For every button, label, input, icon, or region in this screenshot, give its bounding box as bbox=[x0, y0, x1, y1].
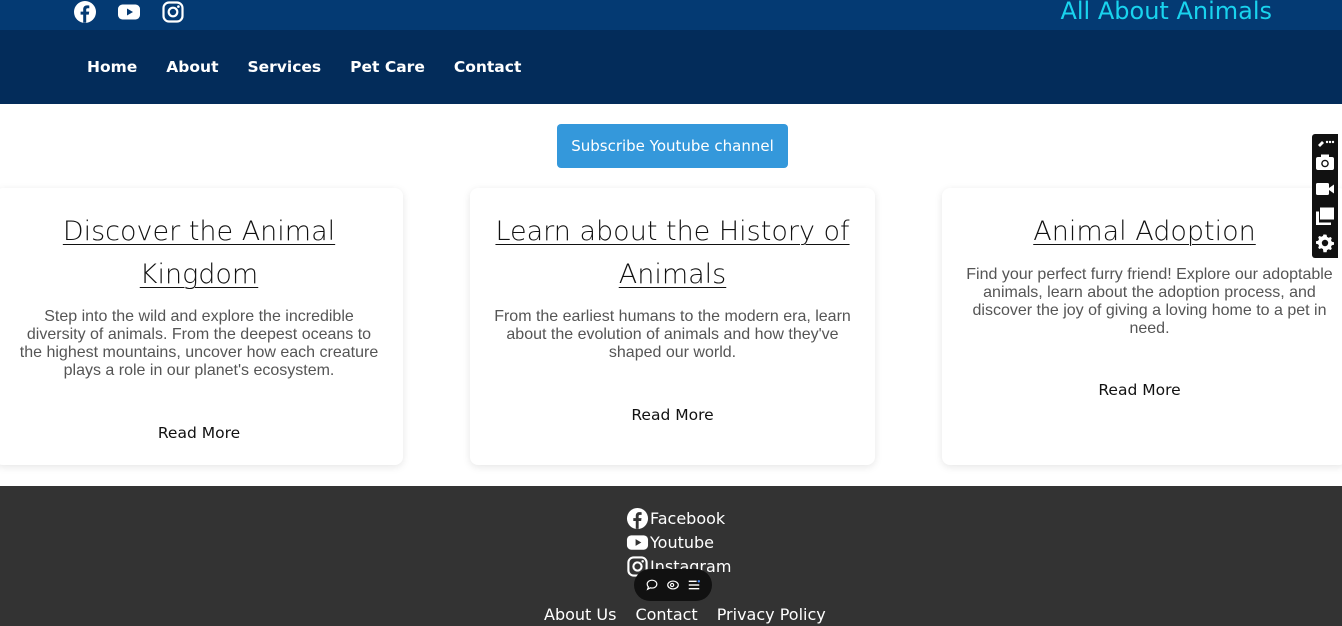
youtube-icon[interactable] bbox=[117, 0, 141, 24]
card-adoption: Animal Adoption Find your perfect furry … bbox=[942, 188, 1342, 465]
site-brand: All About Animals bbox=[1060, 0, 1272, 25]
card-title[interactable]: Animal Adoption bbox=[942, 210, 1342, 253]
footer: Facebook Youtube Instagram About Us Cont… bbox=[0, 486, 1342, 626]
facebook-icon bbox=[626, 507, 649, 529]
main-nav: Home About Services Pet Care Contact bbox=[0, 30, 1342, 104]
top-bar: All About Animals bbox=[0, 0, 1342, 30]
footer-links: About Us Contact Privacy Policy bbox=[544, 605, 826, 624]
card-text: From the earliest humans to the modern e… bbox=[494, 308, 851, 361]
footer-contact[interactable]: Contact bbox=[635, 605, 697, 624]
card-title[interactable]: Discover the Animal Kingdom bbox=[0, 210, 403, 296]
comment-icon[interactable] bbox=[645, 578, 659, 592]
video-icon[interactable] bbox=[1315, 179, 1335, 199]
read-more-link[interactable]: Read More bbox=[0, 424, 403, 442]
youtube-icon bbox=[626, 534, 649, 550]
read-more-link[interactable]: Read More bbox=[942, 381, 1342, 399]
floating-action-pill bbox=[634, 569, 712, 601]
card-text: Find your perfect furry friend! Explore … bbox=[966, 266, 1333, 337]
footer-social-links: Facebook Youtube Instagram bbox=[626, 506, 731, 578]
instagram-icon[interactable] bbox=[161, 0, 185, 24]
gear-icon[interactable] bbox=[1315, 233, 1335, 253]
eye-icon[interactable] bbox=[666, 578, 680, 592]
nav-about[interactable]: About bbox=[166, 58, 218, 76]
card-history: Learn about the History of Animals From … bbox=[470, 188, 875, 465]
list-icon[interactable] bbox=[687, 578, 701, 592]
nav-contact[interactable]: Contact bbox=[454, 58, 522, 76]
footer-facebook-label: Facebook bbox=[650, 508, 726, 528]
screen-capture-toolbar bbox=[1312, 134, 1338, 258]
camera-icon[interactable] bbox=[1315, 152, 1335, 172]
window-icon[interactable] bbox=[1315, 206, 1335, 226]
subscribe-youtube-button[interactable]: Subscribe Youtube channel bbox=[557, 124, 788, 168]
footer-youtube-label: Youtube bbox=[650, 532, 714, 552]
footer-youtube-link[interactable]: Youtube bbox=[626, 530, 731, 554]
footer-facebook-link[interactable]: Facebook bbox=[626, 506, 731, 530]
nav-services[interactable]: Services bbox=[247, 58, 321, 76]
facebook-icon[interactable] bbox=[73, 0, 97, 24]
pin-icon[interactable] bbox=[1315, 136, 1335, 148]
card-title[interactable]: Learn about the History of Animals bbox=[470, 210, 875, 296]
nav-pet-care[interactable]: Pet Care bbox=[350, 58, 425, 76]
footer-about-us[interactable]: About Us bbox=[544, 605, 616, 624]
read-more-link[interactable]: Read More bbox=[470, 406, 875, 424]
card-text: Step into the wild and explore the incre… bbox=[19, 308, 379, 379]
footer-privacy-policy[interactable]: Privacy Policy bbox=[717, 605, 826, 624]
nav-links: Home About Services Pet Care Contact bbox=[87, 58, 550, 76]
card-animal-kingdom: Discover the Animal Kingdom Step into th… bbox=[0, 188, 403, 465]
nav-home[interactable]: Home bbox=[87, 58, 137, 76]
header-social-links bbox=[73, 0, 185, 24]
